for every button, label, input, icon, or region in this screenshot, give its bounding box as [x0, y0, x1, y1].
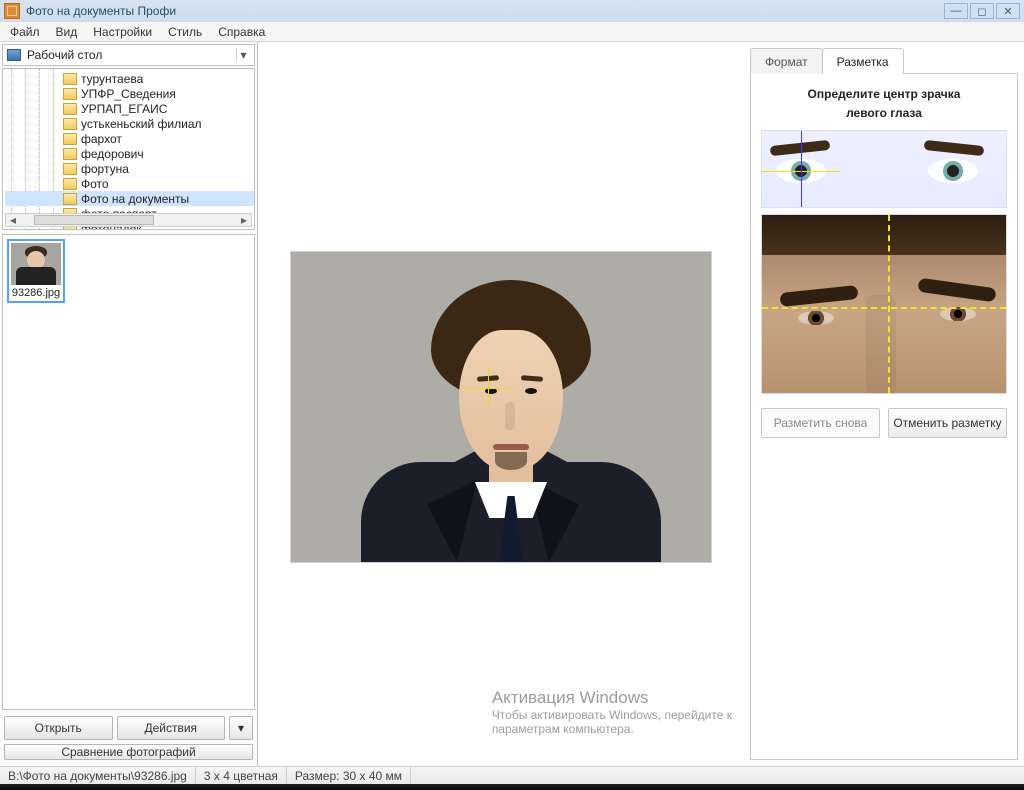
right-panel: Формат Разметка Определите центр зрачка …	[744, 42, 1024, 766]
app-icon	[4, 3, 20, 19]
main-photo[interactable]	[291, 252, 711, 562]
tree-item-label: федорович	[81, 147, 144, 161]
status-bar: B:\Фото на документы\93286.jpg 3 x 4 цве…	[0, 766, 1024, 784]
compare-button[interactable]: Сравнение фотографий	[4, 744, 253, 760]
open-button[interactable]: Открыть	[4, 716, 113, 740]
folder-icon	[63, 118, 77, 130]
drive-icon	[7, 49, 21, 61]
tree-item-label: Фото на документы	[81, 192, 189, 206]
folder-icon	[63, 163, 77, 175]
thumbnail-area: 93286.jpg	[2, 234, 255, 710]
menu-style[interactable]: Стиль	[162, 23, 208, 41]
menu-file[interactable]: Файл	[4, 23, 46, 41]
crosshair-v	[888, 215, 890, 393]
thumbnail-name: 93286.jpg	[11, 285, 61, 299]
path-selector[interactable]: Рабочий стол ▾	[2, 44, 255, 66]
folder-icon	[63, 193, 77, 205]
tree-item[interactable]: фархот	[5, 131, 254, 146]
tree-item[interactable]: УПФР_Сведения	[5, 86, 254, 101]
folder-icon	[63, 148, 77, 160]
tree-item[interactable]: фортуна	[5, 161, 254, 176]
tree-item[interactable]: Фото на документы	[5, 191, 254, 206]
instruction-line2: левого глаза	[846, 106, 922, 120]
scroll-thumb[interactable]	[34, 215, 154, 225]
status-size: Размер: 30 x 40 мм	[287, 767, 411, 784]
instruction-text: Определите центр зрачка левого глаза	[761, 84, 1007, 122]
watermark-line1: Чтобы активировать Windows, перейдите к	[492, 708, 732, 722]
main-area: Рабочий стол ▾ турунтаеваУПФР_СведенияУР…	[0, 42, 1024, 766]
tree-item[interactable]: УРПАП_ЕГАИС	[5, 101, 254, 116]
folder-icon	[63, 103, 77, 115]
folder-icon	[63, 133, 77, 145]
instruction-line1: Определите центр зрачка	[808, 87, 961, 101]
tree-item-label: турунтаева	[81, 72, 143, 86]
watermark-line2: параметрам компьютера.	[492, 722, 732, 736]
folder-tree[interactable]: турунтаеваУПФР_СведенияУРПАП_ЕГАИСустьке…	[2, 68, 255, 230]
minimize-button[interactable]: —	[944, 3, 968, 19]
tree-item-label: Фото	[81, 177, 109, 191]
tabs: Формат Разметка	[750, 48, 1018, 74]
close-button[interactable]: ✕	[996, 3, 1020, 19]
tree-item-label: УРПАП_ЕГАИС	[81, 102, 167, 116]
tree-item-label: УПФР_Сведения	[81, 87, 176, 101]
actions-dropdown-button[interactable]: ▾	[229, 716, 253, 740]
tree-item[interactable]: турунтаева	[5, 71, 254, 86]
tree-item-label: фортуна	[81, 162, 129, 176]
left-panel: Рабочий стол ▾ турунтаеваУПФР_СведенияУР…	[0, 42, 258, 766]
tree-item-label: фархот	[81, 132, 122, 146]
actions-button[interactable]: Действия	[117, 716, 226, 740]
folder-icon	[63, 178, 77, 190]
folder-icon	[63, 73, 77, 85]
cancel-markup-button[interactable]: Отменить разметку	[888, 408, 1007, 438]
folder-icon	[63, 88, 77, 100]
scroll-right-icon[interactable]: ▸	[237, 214, 251, 226]
window-title: Фото на документы Профи	[26, 4, 944, 18]
crosshair-h	[762, 307, 1006, 309]
taskbar	[0, 784, 1024, 790]
menubar: Файл Вид Настройки Стиль Справка	[0, 22, 1024, 42]
tree-hscrollbar[interactable]: ◂ ▸	[5, 213, 252, 227]
scroll-left-icon[interactable]: ◂	[6, 214, 20, 226]
status-path: B:\Фото на документы\93286.jpg	[0, 767, 196, 784]
tree-item[interactable]: федорович	[5, 146, 254, 161]
status-mode: 3 x 4 цветная	[196, 767, 287, 784]
tab-format[interactable]: Формат	[750, 48, 823, 74]
example-image	[761, 130, 1007, 208]
thumbnail-image	[11, 243, 61, 285]
app-window: Фото на документы Профи — ◻ ✕ Файл Вид Н…	[0, 0, 1024, 790]
tree-item-label: устькеньский филиал	[81, 117, 202, 131]
windows-activation-watermark: Активация Windows Чтобы активировать Win…	[492, 688, 732, 736]
menu-settings[interactable]: Настройки	[87, 23, 158, 41]
thumbnail-item[interactable]: 93286.jpg	[7, 239, 65, 303]
tree-item[interactable]: Фото	[5, 176, 254, 191]
chevron-down-icon[interactable]: ▾	[236, 48, 250, 62]
menu-view[interactable]: Вид	[50, 23, 84, 41]
path-label: Рабочий стол	[27, 48, 236, 62]
watermark-title: Активация Windows	[492, 688, 732, 708]
titlebar: Фото на документы Профи — ◻ ✕	[0, 0, 1024, 22]
tree-item[interactable]: устькеньский филиал	[5, 116, 254, 131]
tab-markup[interactable]: Разметка	[822, 48, 904, 74]
maximize-button[interactable]: ◻	[970, 3, 994, 19]
menu-help[interactable]: Справка	[212, 23, 271, 41]
retry-markup-button[interactable]: Разметить снова	[761, 408, 880, 438]
tab-body: Определите центр зрачка левого глаза	[750, 74, 1018, 760]
center-area: Активация Windows Чтобы активировать Win…	[258, 42, 744, 766]
zoom-preview[interactable]	[761, 214, 1007, 394]
